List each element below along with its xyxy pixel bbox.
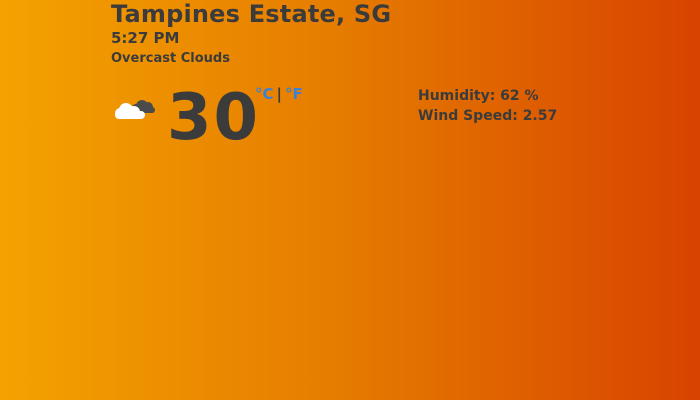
- local-time: 5:27 PM: [111, 29, 180, 47]
- unit-toggle: °C | °F: [255, 84, 303, 104]
- celsius-toggle[interactable]: °C: [255, 85, 274, 103]
- wind-speed-text: Wind Speed: 2.57: [418, 108, 558, 124]
- location-title: Tampines Estate, SG: [111, 0, 392, 28]
- unit-separator: |: [276, 85, 282, 103]
- fahrenheit-toggle[interactable]: °F: [285, 85, 303, 103]
- weather-details: Humidity: 62 % Wind Speed: 2.57: [418, 86, 558, 126]
- humidity-text: Humidity: 62 %: [418, 88, 539, 104]
- temperature-value: 30: [167, 81, 261, 155]
- weather-description: Overcast Clouds: [111, 51, 230, 66]
- overcast-clouds-icon: [112, 94, 160, 126]
